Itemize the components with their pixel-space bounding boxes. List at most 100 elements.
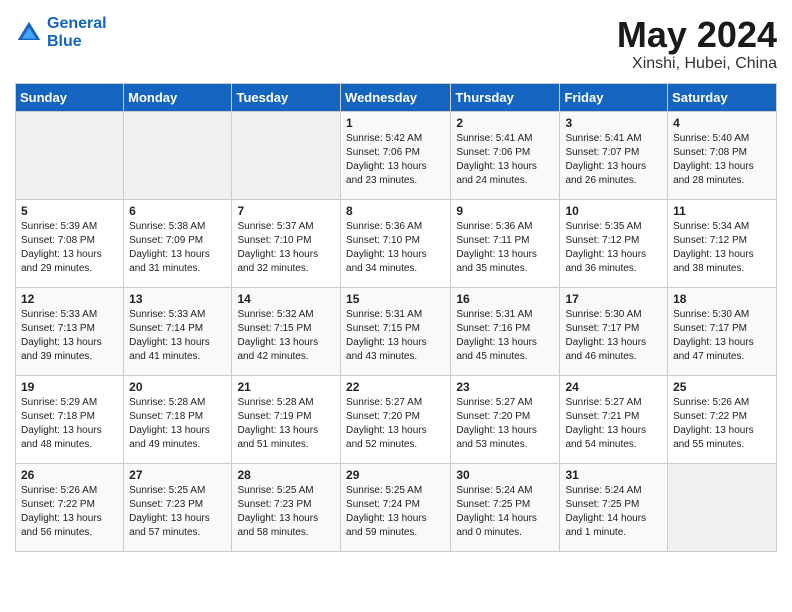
sunset-text: Sunset: 7:14 PM (129, 323, 203, 334)
sunrise-text: Sunrise: 5:29 AM (21, 397, 97, 408)
calendar-cell (16, 111, 124, 199)
daylight-text: Daylight: 13 hours and 59 minutes. (346, 513, 427, 538)
day-info: Sunrise: 5:42 AM Sunset: 7:06 PM Dayligh… (346, 132, 445, 188)
calendar-cell (124, 111, 232, 199)
daylight-text: Daylight: 13 hours and 34 minutes. (346, 249, 427, 274)
daylight-text: Daylight: 13 hours and 53 minutes. (456, 425, 537, 450)
day-number: 1 (346, 116, 445, 130)
location: Xinshi, Hubei, China (617, 55, 777, 73)
day-info: Sunrise: 5:26 AM Sunset: 7:22 PM Dayligh… (21, 484, 118, 540)
day-info: Sunrise: 5:30 AM Sunset: 7:17 PM Dayligh… (673, 308, 771, 364)
calendar-cell: 13 Sunrise: 5:33 AM Sunset: 7:14 PM Dayl… (124, 287, 232, 375)
sunrise-text: Sunrise: 5:38 AM (129, 221, 205, 232)
day-number: 24 (565, 380, 662, 394)
calendar-week-row: 1 Sunrise: 5:42 AM Sunset: 7:06 PM Dayli… (16, 111, 777, 199)
day-info: Sunrise: 5:27 AM Sunset: 7:20 PM Dayligh… (456, 396, 554, 452)
sunrise-text: Sunrise: 5:27 AM (456, 397, 532, 408)
day-info: Sunrise: 5:31 AM Sunset: 7:16 PM Dayligh… (456, 308, 554, 364)
sunset-text: Sunset: 7:10 PM (346, 235, 420, 246)
sunset-text: Sunset: 7:22 PM (673, 411, 747, 422)
day-number: 9 (456, 204, 554, 218)
sunrise-text: Sunrise: 5:25 AM (129, 485, 205, 496)
sunrise-text: Sunrise: 5:31 AM (456, 309, 532, 320)
daylight-text: Daylight: 13 hours and 45 minutes. (456, 337, 537, 362)
day-number: 26 (21, 468, 118, 482)
day-info: Sunrise: 5:34 AM Sunset: 7:12 PM Dayligh… (673, 220, 771, 276)
day-number: 28 (237, 468, 335, 482)
day-info: Sunrise: 5:41 AM Sunset: 7:06 PM Dayligh… (456, 132, 554, 188)
day-info: Sunrise: 5:30 AM Sunset: 7:17 PM Dayligh… (565, 308, 662, 364)
daylight-text: Daylight: 13 hours and 58 minutes. (237, 513, 318, 538)
day-info: Sunrise: 5:24 AM Sunset: 7:25 PM Dayligh… (565, 484, 662, 540)
sunset-text: Sunset: 7:24 PM (346, 499, 420, 510)
calendar-week-row: 12 Sunrise: 5:33 AM Sunset: 7:13 PM Dayl… (16, 287, 777, 375)
calendar-week-row: 5 Sunrise: 5:39 AM Sunset: 7:08 PM Dayli… (16, 199, 777, 287)
day-info: Sunrise: 5:25 AM Sunset: 7:24 PM Dayligh… (346, 484, 445, 540)
sunrise-text: Sunrise: 5:36 AM (456, 221, 532, 232)
sunset-text: Sunset: 7:23 PM (129, 499, 203, 510)
sunrise-text: Sunrise: 5:26 AM (21, 485, 97, 496)
day-info: Sunrise: 5:38 AM Sunset: 7:09 PM Dayligh… (129, 220, 226, 276)
day-info: Sunrise: 5:28 AM Sunset: 7:19 PM Dayligh… (237, 396, 335, 452)
calendar-body: 1 Sunrise: 5:42 AM Sunset: 7:06 PM Dayli… (16, 111, 777, 551)
daylight-text: Daylight: 13 hours and 51 minutes. (237, 425, 318, 450)
day-info: Sunrise: 5:33 AM Sunset: 7:14 PM Dayligh… (129, 308, 226, 364)
day-number: 13 (129, 292, 226, 306)
day-info: Sunrise: 5:31 AM Sunset: 7:15 PM Dayligh… (346, 308, 445, 364)
logo-icon (15, 19, 43, 47)
daylight-text: Daylight: 13 hours and 43 minutes. (346, 337, 427, 362)
sunset-text: Sunset: 7:06 PM (456, 147, 530, 158)
title-block: May 2024 Xinshi, Hubei, China (617, 15, 777, 73)
calendar-cell: 10 Sunrise: 5:35 AM Sunset: 7:12 PM Dayl… (560, 199, 668, 287)
sunrise-text: Sunrise: 5:24 AM (456, 485, 532, 496)
logo: General Blue (15, 15, 107, 50)
calendar-cell: 8 Sunrise: 5:36 AM Sunset: 7:10 PM Dayli… (341, 199, 451, 287)
day-info: Sunrise: 5:29 AM Sunset: 7:18 PM Dayligh… (21, 396, 118, 452)
sunrise-text: Sunrise: 5:26 AM (673, 397, 749, 408)
day-number: 25 (673, 380, 771, 394)
sunset-text: Sunset: 7:17 PM (673, 323, 747, 334)
day-info: Sunrise: 5:27 AM Sunset: 7:20 PM Dayligh… (346, 396, 445, 452)
day-number: 14 (237, 292, 335, 306)
daylight-text: Daylight: 13 hours and 29 minutes. (21, 249, 102, 274)
daylight-text: Daylight: 13 hours and 54 minutes. (565, 425, 646, 450)
sunset-text: Sunset: 7:20 PM (456, 411, 530, 422)
daylight-text: Daylight: 14 hours and 0 minutes. (456, 513, 537, 538)
day-info: Sunrise: 5:24 AM Sunset: 7:25 PM Dayligh… (456, 484, 554, 540)
sunrise-text: Sunrise: 5:42 AM (346, 133, 422, 144)
calendar-cell: 7 Sunrise: 5:37 AM Sunset: 7:10 PM Dayli… (232, 199, 341, 287)
day-number: 30 (456, 468, 554, 482)
calendar-cell: 20 Sunrise: 5:28 AM Sunset: 7:18 PM Dayl… (124, 375, 232, 463)
sunrise-text: Sunrise: 5:30 AM (565, 309, 641, 320)
calendar-cell: 19 Sunrise: 5:29 AM Sunset: 7:18 PM Dayl… (16, 375, 124, 463)
header-thursday: Thursday (451, 83, 560, 111)
day-info: Sunrise: 5:36 AM Sunset: 7:11 PM Dayligh… (456, 220, 554, 276)
calendar-cell: 4 Sunrise: 5:40 AM Sunset: 7:08 PM Dayli… (668, 111, 777, 199)
calendar-cell: 5 Sunrise: 5:39 AM Sunset: 7:08 PM Dayli… (16, 199, 124, 287)
sunrise-text: Sunrise: 5:25 AM (237, 485, 313, 496)
day-info: Sunrise: 5:25 AM Sunset: 7:23 PM Dayligh… (129, 484, 226, 540)
calendar-cell: 3 Sunrise: 5:41 AM Sunset: 7:07 PM Dayli… (560, 111, 668, 199)
daylight-text: Daylight: 13 hours and 24 minutes. (456, 161, 537, 186)
sunset-text: Sunset: 7:15 PM (237, 323, 311, 334)
day-number: 15 (346, 292, 445, 306)
sunrise-text: Sunrise: 5:34 AM (673, 221, 749, 232)
calendar-cell: 16 Sunrise: 5:31 AM Sunset: 7:16 PM Dayl… (451, 287, 560, 375)
day-info: Sunrise: 5:35 AM Sunset: 7:12 PM Dayligh… (565, 220, 662, 276)
calendar-cell: 6 Sunrise: 5:38 AM Sunset: 7:09 PM Dayli… (124, 199, 232, 287)
sunset-text: Sunset: 7:10 PM (237, 235, 311, 246)
day-number: 21 (237, 380, 335, 394)
day-info: Sunrise: 5:25 AM Sunset: 7:23 PM Dayligh… (237, 484, 335, 540)
calendar-cell: 17 Sunrise: 5:30 AM Sunset: 7:17 PM Dayl… (560, 287, 668, 375)
daylight-text: Daylight: 14 hours and 1 minute. (565, 513, 646, 538)
sunset-text: Sunset: 7:19 PM (237, 411, 311, 422)
calendar-cell: 26 Sunrise: 5:26 AM Sunset: 7:22 PM Dayl… (16, 463, 124, 551)
sunrise-text: Sunrise: 5:31 AM (346, 309, 422, 320)
sunset-text: Sunset: 7:12 PM (565, 235, 639, 246)
day-number: 29 (346, 468, 445, 482)
header-saturday: Saturday (668, 83, 777, 111)
sunrise-text: Sunrise: 5:37 AM (237, 221, 313, 232)
calendar-cell: 12 Sunrise: 5:33 AM Sunset: 7:13 PM Dayl… (16, 287, 124, 375)
sunrise-text: Sunrise: 5:24 AM (565, 485, 641, 496)
daylight-text: Daylight: 13 hours and 38 minutes. (673, 249, 754, 274)
